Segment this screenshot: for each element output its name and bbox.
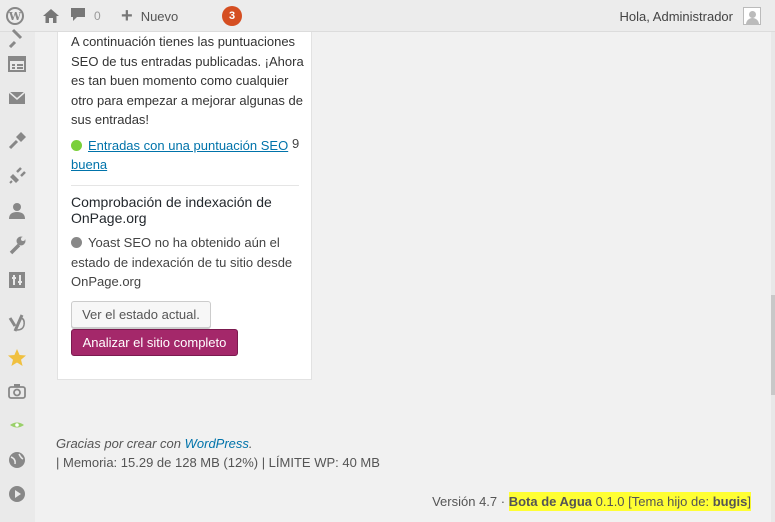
- updates-menu[interactable]: 3: [222, 0, 242, 32]
- parent-theme: bugis: [712, 494, 748, 509]
- wordpress-link[interactable]: WordPress: [185, 436, 249, 451]
- pages-icon[interactable]: [7, 54, 27, 74]
- divider: [71, 185, 299, 186]
- view-status-button[interactable]: Ver el estado actual.: [71, 301, 211, 328]
- good-score-count: 9: [292, 136, 300, 151]
- indexing-title: Comprobación de indexación de OnPage.org: [71, 194, 272, 226]
- comments-menu[interactable]: 0: [70, 0, 101, 32]
- footer-thanks: Gracias por crear con WordPress.: [56, 436, 253, 451]
- footer-version: Versión 4.7 · Bota de Agua 0.1.0 [Tema h…: [432, 492, 751, 511]
- my-account-menu[interactable]: Hola, Administrador: [620, 0, 733, 32]
- indexing-status-text: Yoast SEO no ha obtenido aún el estado d…: [71, 235, 293, 289]
- avatar[interactable]: [743, 7, 761, 25]
- good-score-icon: [71, 140, 82, 151]
- new-label: Nuevo: [140, 8, 179, 24]
- users-icon[interactable]: [7, 201, 27, 221]
- comment-icon: [70, 7, 86, 25]
- settings-icon[interactable]: [7, 270, 27, 290]
- memory-usage: | Memoria: 15.29 de 128 MB (12%) | LÍMIT…: [56, 455, 380, 470]
- theme-version: 0.1.0 [Tema hijo de:: [592, 494, 713, 509]
- yoast-icon[interactable]: [7, 313, 27, 333]
- indexing-status: Yoast SEO no ha obtenido aún el estado d…: [71, 233, 306, 292]
- indexing-status-icon: [71, 237, 82, 248]
- wp-version: Versión 4.7 ·: [432, 494, 509, 509]
- comments-count: 0: [94, 9, 101, 23]
- scrollbar[interactable]: [771, 32, 775, 522]
- plugins-icon[interactable]: [7, 166, 27, 186]
- eye-icon[interactable]: [7, 415, 27, 435]
- greeting: Hola, Administrador: [619, 8, 733, 24]
- admin-menu: [0, 28, 35, 522]
- admin-bar: W 0 + Nuevo 3 Hola, Administrador: [0, 0, 775, 32]
- thanks-prefix: Gracias por crear con: [56, 436, 185, 451]
- theme-info: Bota de Agua 0.1.0 [Tema hijo de: bugis]: [508, 492, 751, 511]
- theme-close: ]: [747, 494, 751, 509]
- plus-icon: +: [121, 5, 133, 27]
- new-content-menu[interactable]: + Nuevo: [121, 0, 178, 32]
- tools-icon[interactable]: [7, 235, 27, 255]
- mail-icon[interactable]: [7, 88, 27, 108]
- seo-score-row: Entradas con una puntuación SEO buena: [71, 136, 301, 174]
- star-icon[interactable]: [7, 348, 27, 368]
- updates-badge: 3: [222, 6, 242, 26]
- seo-intro-text: A continuación tienes las puntuaciones S…: [71, 34, 304, 127]
- thanks-suffix: .: [248, 436, 253, 451]
- scrollbar-thumb[interactable]: [771, 295, 775, 395]
- appearance-icon[interactable]: [7, 131, 27, 151]
- home-icon[interactable]: [42, 0, 60, 32]
- pin-icon[interactable]: [7, 28, 27, 48]
- seo-overview-widget: A continuación tienes las puntuaciones S…: [57, 32, 312, 380]
- analyze-site-button[interactable]: Analizar el sitio completo: [71, 329, 238, 356]
- globe-icon[interactable]: [7, 450, 27, 470]
- good-score-link[interactable]: Entradas con una puntuación SEO buena: [71, 138, 288, 172]
- play-icon[interactable]: [7, 484, 27, 504]
- camera-icon[interactable]: [7, 381, 27, 401]
- theme-name: Bota de Agua: [508, 494, 593, 509]
